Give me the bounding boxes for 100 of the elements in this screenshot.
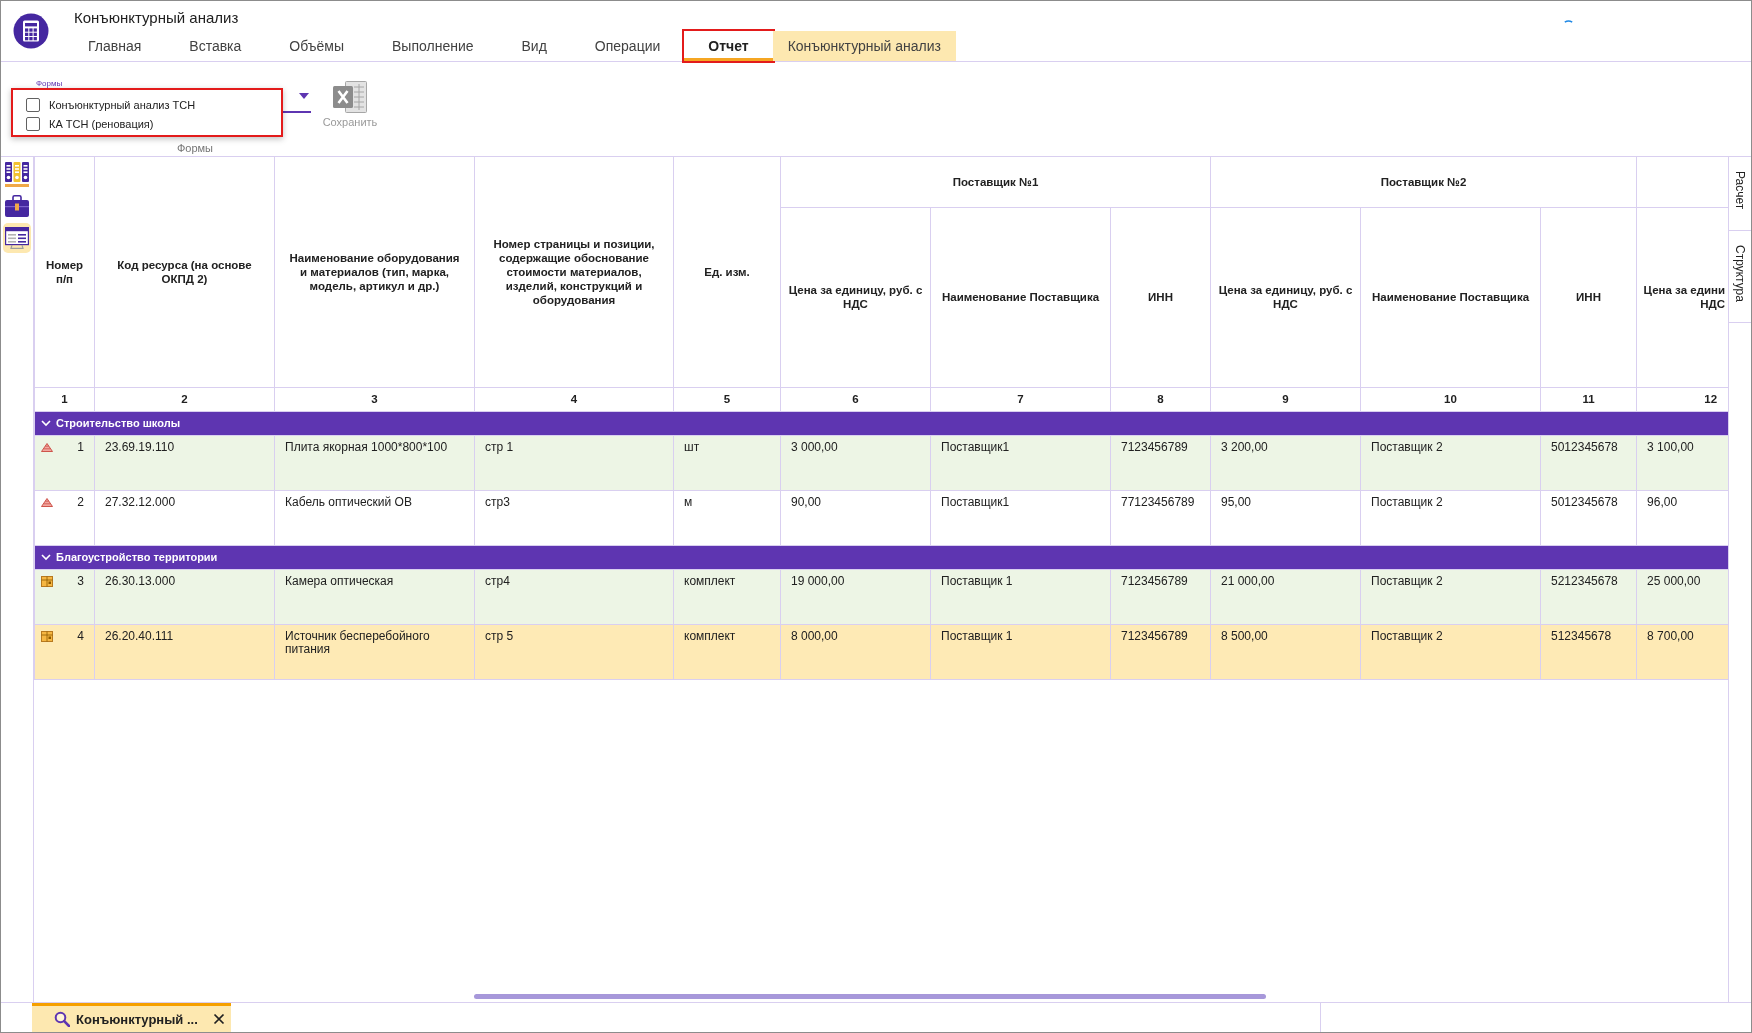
table-cell: Поставщик 2	[1360, 435, 1541, 490]
section-header[interactable]: Строительство школы	[34, 411, 1728, 435]
table-cell: 7123456789	[1110, 624, 1211, 679]
table-row[interactable]: 3 26.30.13.000 Камера оптическая стр4 комплект 19 000,00 Поставщик 1 7123456789 21 000,00 Поставщик 2 5212345678 25 000,00	[34, 569, 1728, 624]
table-row[interactable]: 1 23.69.19.110 Плита якорная 1000*800*100 стр 1 шт 3 000,00 Поставщик1 7123456789 3 200,00 Поставщик 2 5012345678 3 100,00	[34, 435, 1728, 490]
binders-icon	[5, 161, 29, 187]
chevron-down-icon	[41, 418, 51, 429]
column-header: Цена за единицу, руб. с НДС	[780, 207, 931, 387]
row-number: 2	[77, 495, 84, 509]
table-cell: комплект	[673, 624, 781, 679]
column-group-header: Поставщик №1	[780, 157, 1211, 207]
column-number: 2	[94, 387, 275, 411]
column-header: ИНН	[1110, 207, 1211, 387]
ribbon-tab[interactable]: Объёмы	[265, 31, 368, 61]
column-number: 4	[474, 387, 674, 411]
table-cell: 5212345678	[1540, 569, 1637, 624]
column-number: 1	[34, 387, 95, 411]
table-cell: Поставщик1	[930, 435, 1111, 490]
column-number: 8	[1110, 387, 1211, 411]
column-number: 3	[274, 387, 475, 411]
column-header: ИНН	[1540, 207, 1637, 387]
column-group-header: Поставщик №2	[1210, 157, 1637, 207]
table-cell: шт	[673, 435, 781, 490]
table-cell: Камера оптическая	[274, 569, 475, 624]
ribbon-tab[interactable]: Конъюнктурный анализ	[772, 31, 957, 61]
row-number: 1	[77, 440, 84, 454]
search-icon	[54, 1011, 70, 1027]
column-number: 11	[1540, 387, 1637, 411]
table-cell: 95,00	[1210, 490, 1361, 545]
table-cell: Плита якорная 1000*800*100	[274, 435, 475, 490]
table-cell: стр3	[474, 490, 674, 545]
table-cell: 512345678	[1540, 624, 1637, 679]
scrollbar-thumb[interactable]	[474, 994, 1266, 999]
column-header: Цена за единицу, руб. с НДС	[1210, 207, 1361, 387]
table-cell: 27.32.12.000	[94, 490, 275, 545]
column-number: 7	[930, 387, 1111, 411]
column-number: 10	[1360, 387, 1541, 411]
table-cell: 5012345678	[1540, 435, 1637, 490]
table-cell: комплект	[673, 569, 781, 624]
briefcase-icon	[5, 195, 29, 217]
option-label[interactable]: Конъюнктурный анализ ТСН	[49, 97, 196, 112]
table-cell: 23.69.19.110	[94, 435, 275, 490]
row-number: 4	[77, 629, 84, 643]
option-label[interactable]: КА ТСН (реновация)	[49, 116, 154, 131]
table-cell: 21 000,00	[1210, 569, 1361, 624]
arc-icon	[1564, 19, 1573, 23]
column-number: 9	[1210, 387, 1361, 411]
table-cell: Поставщик 1	[930, 569, 1111, 624]
row-number: 3	[77, 574, 84, 588]
table-cell: Источник бесперебойного питания	[274, 624, 475, 679]
table-cell: 90,00	[780, 490, 931, 545]
column-header: Наименование оборудования и материалов (тип, марка, модель, артикул и др.)	[274, 157, 475, 387]
checkbox[interactable]	[26, 97, 40, 112]
grid-logo-icon	[13, 13, 49, 49]
table-cell: 19 000,00	[780, 569, 931, 624]
crate-icon	[41, 575, 53, 587]
caret-icon	[299, 93, 309, 99]
ribbon-tab[interactable]: Операции	[570, 31, 685, 61]
table-cell: 7123456789	[1110, 435, 1211, 490]
group-label: Формы	[176, 141, 214, 155]
window-title: Конъюнктурный анализ	[73, 9, 240, 27]
ribbon-tab[interactable]: Выполнение	[368, 31, 498, 61]
ribbon-tab[interactable]: Главная	[64, 31, 166, 61]
pile-icon	[41, 442, 53, 452]
table-row[interactable]: 2 27.32.12.000 Кабель оптический ОВ стр3 м 90,00 Поставщик1 77123456789 95,00 Поставщик 2 5012345678 96,00	[34, 490, 1728, 545]
document-tab[interactable]: Конъюнктурный ...	[32, 1003, 231, 1032]
table-cell: Поставщик 2	[1360, 569, 1541, 624]
sidebar-button[interactable]	[3, 223, 31, 253]
close-icon[interactable]	[213, 1013, 225, 1025]
ribbon-tab[interactable]: Вид	[497, 31, 571, 61]
table-cell: стр 1	[474, 435, 674, 490]
column-header: Наименование Поставщика	[1360, 207, 1541, 387]
column-header: Номер страницы и позиции, содержащие обоснование стоимости материалов, изделий, конструкций и оборудования	[474, 157, 674, 387]
table-cell: 26.20.40.111	[94, 624, 275, 679]
section-header[interactable]: Благоустройство территории	[34, 545, 1728, 569]
checkbox[interactable]	[26, 116, 40, 131]
table-cell: 7123456789	[1110, 569, 1211, 624]
column-number: 5	[673, 387, 781, 411]
chevron-down-icon	[41, 552, 51, 563]
sidebar-button[interactable]	[3, 159, 31, 189]
table-cell: 77123456789	[1110, 490, 1211, 545]
table-cell: стр 5	[474, 624, 674, 679]
table-row[interactable]: 4 26.20.40.111 Источник бесперебойного питания стр 5 комплект 8 000,00 Поставщик 1 7123456789 8 500,00 Поставщик 2 512345678 8 700,00	[34, 624, 1728, 679]
table-cell: 26.30.13.000	[94, 569, 275, 624]
sheet-x-icon	[333, 81, 367, 113]
table-cell: Поставщик1	[930, 490, 1111, 545]
table-cell: 5012345678	[1540, 490, 1637, 545]
column-header: Наименование Поставщика	[930, 207, 1111, 387]
table-cell: 3 000,00	[780, 435, 931, 490]
table-cell: 8 000,00	[780, 624, 931, 679]
table-cell: Поставщик 2	[1360, 490, 1541, 545]
ribbon-tab[interactable]: Отчет	[684, 31, 773, 61]
column-number: 6	[780, 387, 931, 411]
pile-icon	[41, 497, 53, 507]
table-cell: 3 200,00	[1210, 435, 1361, 490]
table-cell: 8 500,00	[1210, 624, 1361, 679]
table-cell: Поставщик 2	[1360, 624, 1541, 679]
table-cell: Поставщик 1	[930, 624, 1111, 679]
ribbon-tab[interactable]: Вставка	[165, 31, 266, 61]
table-cell: Кабель оптический ОВ	[274, 490, 475, 545]
